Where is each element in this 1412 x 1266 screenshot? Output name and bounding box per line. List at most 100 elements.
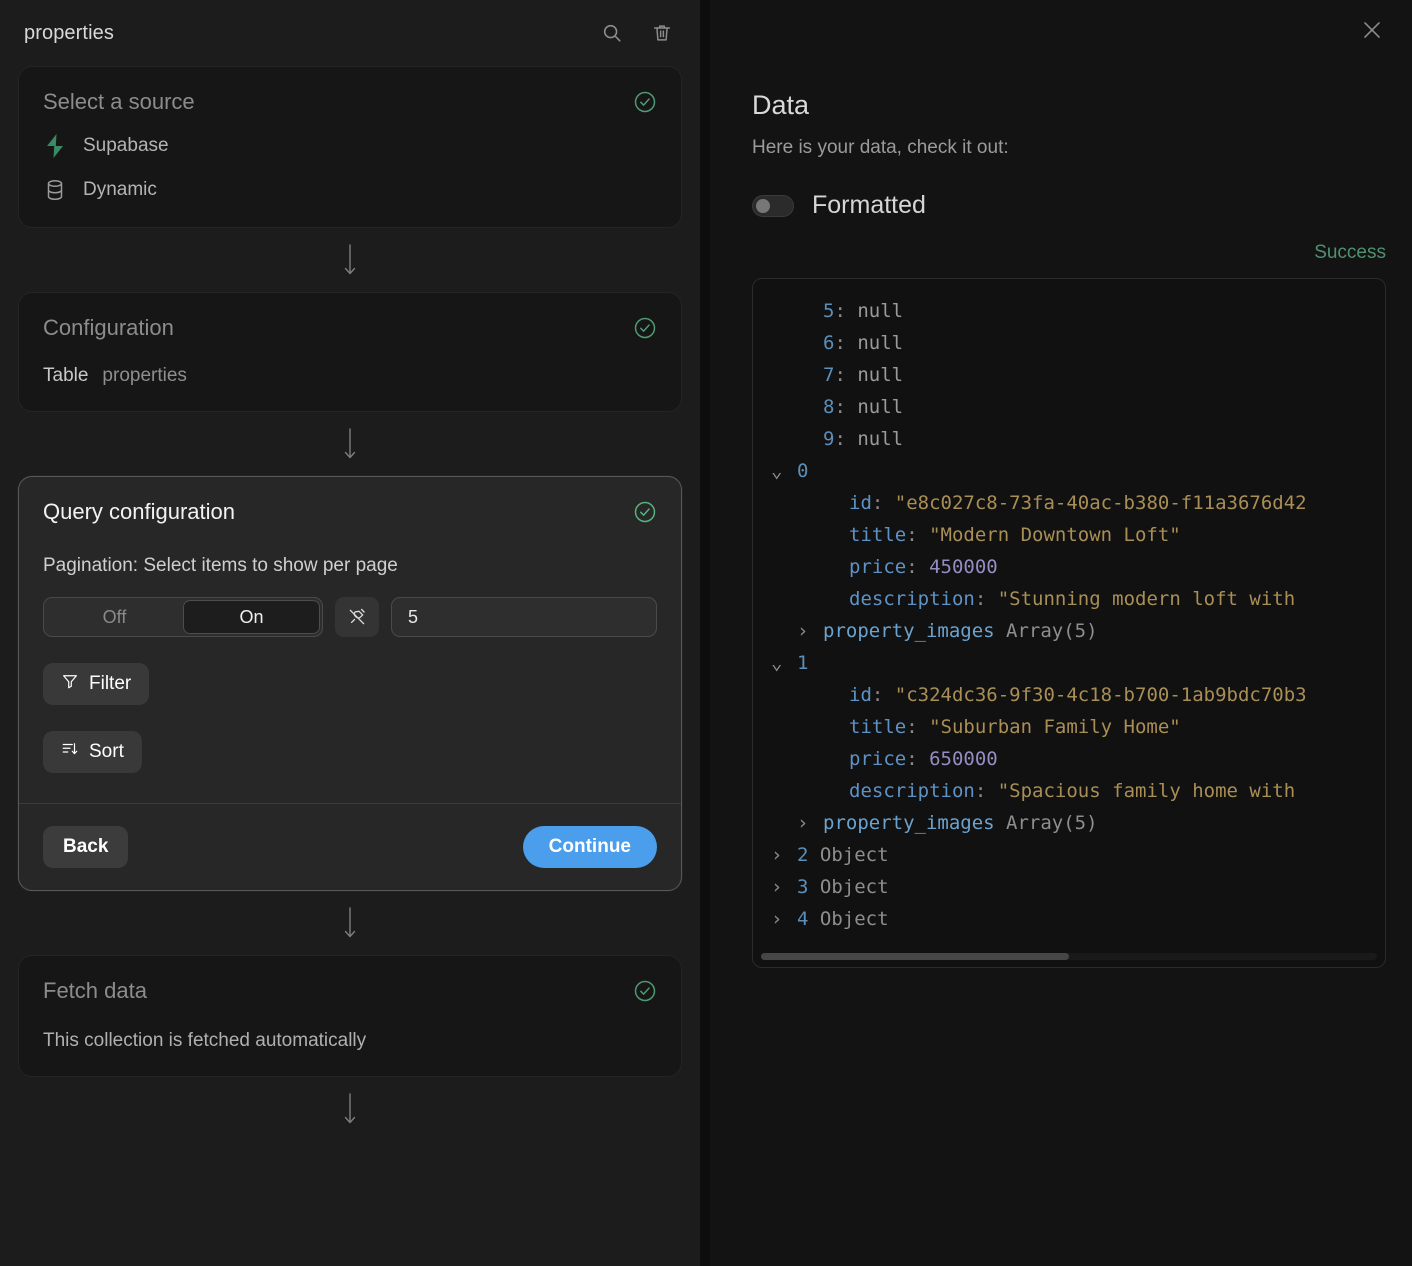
formatted-toggle-row: Formatted <box>752 191 1398 220</box>
json-key: 8 <box>823 391 834 423</box>
json-row[interactable]: ⌄0 <box>771 455 1371 487</box>
step-title: Configuration <box>43 315 174 341</box>
json-row[interactable]: price: 650000 <box>771 743 1371 775</box>
json-value: "e8c027c8-73fa-40ac-b380-f11a3676d42 <box>895 487 1307 519</box>
filter-button-label: Filter <box>89 673 131 695</box>
json-key: description <box>849 583 975 615</box>
json-row[interactable]: id: "c324dc36-9f30-4c18-b700-1ab9bdc70b3 <box>771 679 1371 711</box>
step-title: Query configuration <box>43 499 235 525</box>
step-list: Select a source Supabase <box>0 66 700 1141</box>
plug-icon[interactable] <box>335 597 379 637</box>
chevron-right-icon[interactable]: › <box>771 903 797 935</box>
json-separator: : <box>906 551 929 583</box>
formatted-toggle[interactable] <box>752 195 794 217</box>
json-key: description <box>849 775 975 807</box>
pagination-toggle-group[interactable]: Off On <box>43 597 323 637</box>
json-separator: : <box>906 519 929 551</box>
check-circle-icon <box>633 316 657 340</box>
json-row[interactable]: 9: null <box>771 423 1371 455</box>
json-row[interactable]: 6: null <box>771 327 1371 359</box>
json-row[interactable]: title: "Modern Downtown Loft" <box>771 519 1371 551</box>
step-card-select-source[interactable]: Select a source Supabase <box>18 66 682 228</box>
sort-button[interactable]: Sort <box>43 731 142 773</box>
json-row[interactable]: 7: null <box>771 359 1371 391</box>
source-label: Supabase <box>83 135 169 157</box>
filter-button[interactable]: Filter <box>43 663 149 705</box>
search-icon[interactable] <box>600 21 624 45</box>
chevron-right-icon[interactable]: › <box>797 615 823 647</box>
json-value: Object <box>820 871 889 903</box>
json-key: 7 <box>823 359 834 391</box>
source-label: Dynamic <box>83 179 157 201</box>
json-value: null <box>857 359 903 391</box>
json-viewer[interactable]: 5: null6: null7: null8: null9: null⌄0id:… <box>752 278 1386 968</box>
status-line: Success <box>752 242 1398 264</box>
step-card-fetch-data[interactable]: Fetch data This collection is fetched au… <box>18 955 682 1077</box>
filter-button-wrap: Filter <box>43 663 657 705</box>
json-separator: : <box>834 359 857 391</box>
json-separator <box>808 871 819 903</box>
json-row[interactable]: description: "Stunning modern loft with <box>771 583 1371 615</box>
data-source-configurator: properties Select a so <box>0 0 1412 1266</box>
sort-button-wrap: Sort <box>43 731 657 773</box>
chevron-right-icon[interactable]: › <box>771 871 797 903</box>
json-key: price <box>849 551 906 583</box>
data-subheading: Here is your data, check it out: <box>752 137 1398 159</box>
step-title: Fetch data <box>43 978 147 1004</box>
json-separator: : <box>834 423 857 455</box>
json-value: Array(5) <box>1006 615 1098 647</box>
scrollbar-thumb[interactable] <box>761 953 1069 960</box>
chevron-right-icon[interactable]: › <box>771 839 797 871</box>
json-row[interactable]: ›4 Object <box>771 903 1371 935</box>
json-row[interactable]: description: "Spacious family home with <box>771 775 1371 807</box>
json-row[interactable]: 8: null <box>771 391 1371 423</box>
table-key-label: Table <box>43 365 88 387</box>
check-circle-icon <box>633 500 657 524</box>
json-key: 5 <box>823 295 834 327</box>
json-key: title <box>849 519 906 551</box>
source-item-dynamic[interactable]: Dynamic <box>43 177 657 203</box>
json-row[interactable]: ⌄1 <box>771 647 1371 679</box>
step-card-query-configuration[interactable]: Query configuration Pagination: Select i… <box>18 476 682 891</box>
json-separator: : <box>872 487 895 519</box>
continue-button[interactable]: Continue <box>523 826 657 868</box>
json-value: Array(5) <box>1006 807 1098 839</box>
pagination-on-option[interactable]: On <box>183 600 320 634</box>
filter-icon <box>61 672 79 696</box>
json-value: "Modern Downtown Loft" <box>929 519 1181 551</box>
database-icon <box>43 177 67 203</box>
close-icon[interactable] <box>1358 16 1386 44</box>
json-row[interactable]: price: 450000 <box>771 551 1371 583</box>
json-value: null <box>857 295 903 327</box>
preview-header <box>752 0 1398 58</box>
supabase-bolt-icon <box>43 133 67 159</box>
json-row[interactable]: ›2 Object <box>771 839 1371 871</box>
json-value: null <box>857 423 903 455</box>
toggle-knob <box>756 199 770 213</box>
back-button[interactable]: Back <box>43 826 128 868</box>
chevron-down-icon[interactable]: ⌄ <box>771 455 797 487</box>
check-circle-icon <box>633 90 657 114</box>
pagination-off-option[interactable]: Off <box>46 600 183 634</box>
horizontal-scrollbar[interactable] <box>761 953 1377 960</box>
json-key: 3 <box>797 871 808 903</box>
json-key: 9 <box>823 423 834 455</box>
trash-icon[interactable] <box>650 21 674 45</box>
json-separator <box>808 839 819 871</box>
chevron-down-icon[interactable]: ⌄ <box>771 647 797 679</box>
json-separator <box>808 903 819 935</box>
json-row[interactable]: title: "Suburban Family Home" <box>771 711 1371 743</box>
json-row[interactable]: ›property_images Array(5) <box>771 807 1371 839</box>
json-value: null <box>857 391 903 423</box>
json-value: "Stunning modern loft with <box>998 583 1295 615</box>
chevron-right-icon[interactable]: › <box>797 807 823 839</box>
json-row[interactable]: id: "e8c027c8-73fa-40ac-b380-f11a3676d42 <box>771 487 1371 519</box>
source-item-supabase[interactable]: Supabase <box>43 133 657 159</box>
step-card-configuration[interactable]: Configuration Table properties <box>18 292 682 412</box>
page-size-input[interactable] <box>391 597 657 637</box>
json-row[interactable]: 5: null <box>771 295 1371 327</box>
page-title: properties <box>24 22 600 45</box>
json-value: Object <box>820 839 889 871</box>
json-row[interactable]: ›property_images Array(5) <box>771 615 1371 647</box>
json-row[interactable]: ›3 Object <box>771 871 1371 903</box>
